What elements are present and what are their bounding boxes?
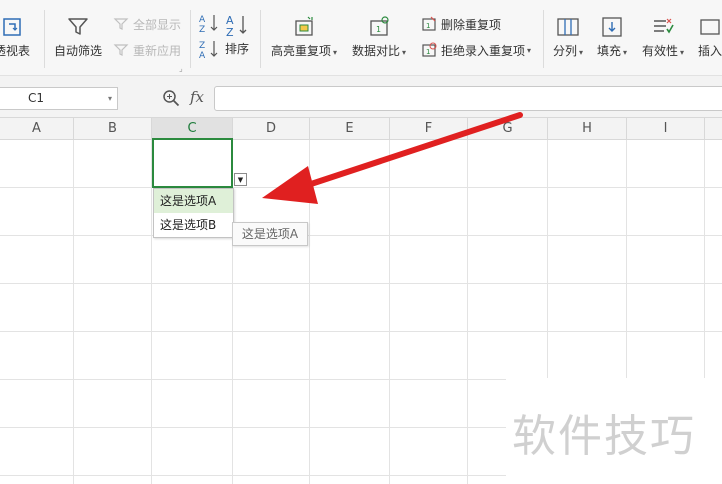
arrow-shaft	[305, 112, 523, 188]
watermark-text: 软件技巧	[512, 411, 696, 462]
arrow-head	[262, 166, 318, 204]
